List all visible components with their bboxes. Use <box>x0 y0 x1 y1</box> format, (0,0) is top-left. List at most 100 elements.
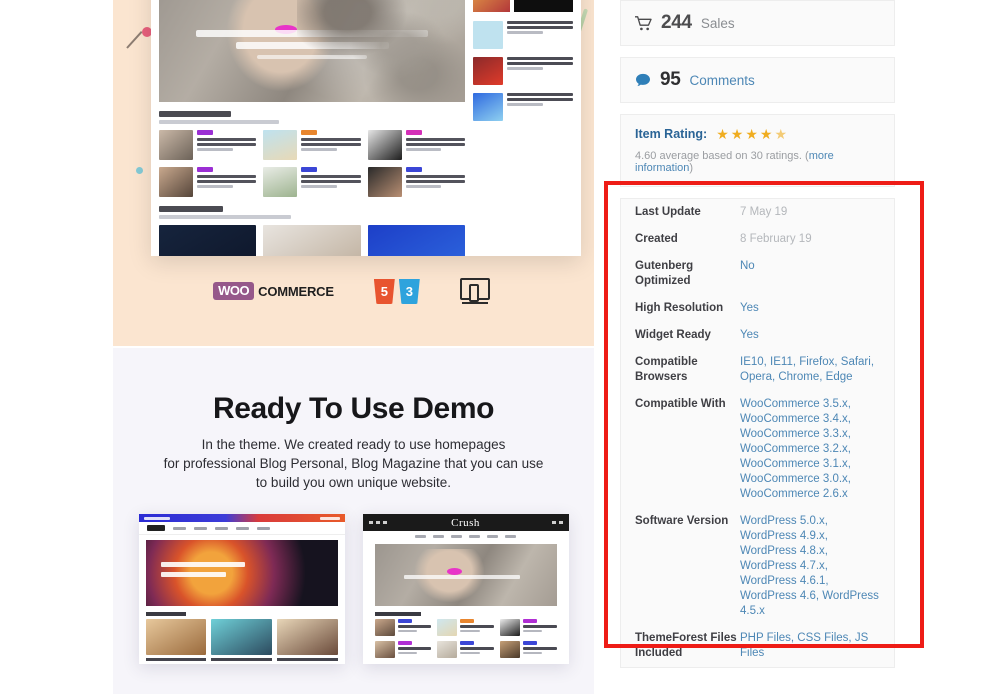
sales-label: Sales <box>700 15 735 31</box>
decorative-pin-icon <box>125 25 153 65</box>
attribute-value[interactable]: Yes <box>740 301 880 316</box>
html5-icon: 5 <box>373 278 395 304</box>
item-preview-column: WOO COMMERCE 5 3 Ready To Use Demo In th… <box>113 0 594 694</box>
attribute-value-line[interactable]: WordPress 4.8.x, <box>740 544 880 559</box>
attribute-value-line: 8 February 19 <box>740 233 812 245</box>
mock-card <box>159 130 257 160</box>
mock-card <box>367 167 465 197</box>
mock-card <box>159 167 257 197</box>
attribute-value-line[interactable]: Yes <box>740 301 880 316</box>
attribute-key: Created <box>635 233 678 245</box>
attribute-value-line[interactable]: IE10, IE11, Firefox, Safari, <box>740 355 880 370</box>
mock-side-card <box>473 21 573 49</box>
html5-css3-badges: 5 3 <box>373 278 420 304</box>
demo-heading-block: Ready To Use Demo In the theme. We creat… <box>113 348 594 492</box>
attribute-key: Software Version <box>635 515 729 527</box>
attribute-value-line[interactable]: WooCommerce 3.3.x, <box>740 427 880 442</box>
attribute-row: Compatible Browsers IE10, IE11, Firefox, … <box>621 349 894 391</box>
attribute-row: Created 8 February 19 <box>621 226 894 253</box>
rating-stars: ★ ★ ★ ★ ★ <box>716 127 787 141</box>
attribute-value-line: 7 May 19 <box>740 206 788 218</box>
demo-description-line-3: to build you own unique website. <box>255 475 452 490</box>
sales-count: 244 <box>661 12 692 33</box>
mock-section-title-2 <box>159 206 223 212</box>
woocommerce-word: COMMERCE <box>258 283 334 299</box>
attribute-value-line[interactable]: WooCommerce 3.4.x, <box>740 412 880 427</box>
attribute-value[interactable]: No <box>740 259 880 274</box>
comments-count: 95 <box>660 69 681 90</box>
decorative-dot-icon <box>136 167 143 174</box>
mock-card-grid <box>159 130 465 197</box>
mock-section-subtitle-2 <box>159 215 291 219</box>
star-full-icon: ★ <box>730 126 744 142</box>
attribute-value-line[interactable]: WordPress 4.7.x, <box>740 559 880 574</box>
attribute-key: High Resolution <box>635 302 724 314</box>
demo-description-line-2: for professional Blog Personal, Blog Mag… <box>163 456 544 471</box>
attribute-value-line[interactable]: WordPress 4.6, WordPress <box>740 589 880 604</box>
demo-thumbnail-crush[interactable]: Crush <box>362 514 569 664</box>
comments-card: 95 Comments <box>620 57 895 103</box>
more-info-close-paren: ) <box>689 162 694 174</box>
star-full-icon: ★ <box>745 126 758 142</box>
comment-bubble-icon <box>635 73 651 87</box>
attribute-row: Gutenberg Optimized No <box>621 253 894 295</box>
attribute-value-line[interactable]: WooCommerce 2.6.x <box>740 487 880 502</box>
attribute-row: Last Update 7 May 19 <box>621 199 894 226</box>
item-sidebar: 244 Sales 95 Comments Item Rating: ★ ★ ★… <box>620 0 895 668</box>
mock-section-subtitle <box>159 120 279 124</box>
attribute-value-line[interactable]: WooCommerce 3.5.x, <box>740 397 880 412</box>
attribute-value: 7 May 19 <box>740 205 880 220</box>
attribute-row: High Resolution Yes <box>621 295 894 322</box>
attribute-value[interactable]: WordPress 5.0.x, WordPress 4.9.x, WordPres… <box>740 514 880 619</box>
attribute-key: Gutenberg Optimized <box>635 260 694 287</box>
demo-thumbnail-blog[interactable] <box>138 514 345 664</box>
mock-card <box>263 167 361 197</box>
item-rating-label: Item Rating: <box>635 127 708 141</box>
attribute-value-line[interactable]: WordPress 4.6.1, <box>740 574 880 589</box>
attribute-key: Last Update <box>635 206 701 218</box>
attribute-value[interactable]: PHP Files, CSS Files, JS Files <box>740 631 880 661</box>
woocommerce-mark: WOO <box>213 282 255 300</box>
attribute-value[interactable]: Yes <box>740 328 880 343</box>
mock-side-card <box>473 57 573 85</box>
sales-card: 244 Sales <box>620 0 895 46</box>
mock-wide-grid <box>159 225 465 256</box>
cart-icon <box>635 15 652 31</box>
attribute-value-line[interactable]: WordPress 4.9.x, <box>740 529 880 544</box>
mock-sidebar <box>473 0 573 256</box>
mock-section-title <box>159 111 231 117</box>
star-full-icon: ★ <box>716 126 729 142</box>
attribute-key: Compatible With <box>635 398 726 410</box>
attribute-value-line[interactable]: PHP Files, CSS Files, JS <box>740 631 880 646</box>
attribute-value-line[interactable]: Yes <box>740 328 880 343</box>
attribute-value-line[interactable]: WooCommerce 3.2.x, <box>740 442 880 457</box>
rating-card: Item Rating: ★ ★ ★ ★ ★ 4.60 average base… <box>620 114 895 187</box>
rating-summary-text: 4.60 average based on 30 ratings. <box>635 150 802 162</box>
demo-thumbnail-row: Crush <box>113 514 594 664</box>
demo-title: Ready To Use Demo <box>212 392 495 425</box>
page-root: WOO COMMERCE 5 3 Ready To Use Demo In th… <box>0 0 1000 694</box>
responsive-icon <box>459 278 494 304</box>
attribute-value-line[interactable]: Files <box>740 646 880 661</box>
attribute-value-line[interactable]: WooCommerce 3.1.x, <box>740 457 880 472</box>
demo-description: In the theme. We created ready to use ho… <box>113 435 594 492</box>
attribute-value-line[interactable]: No <box>740 259 880 274</box>
attribute-key: ThemeForest Files Included <box>635 632 737 659</box>
attribute-value[interactable]: WooCommerce 3.5.x, WooCommerce 3.4.x, WooC… <box>740 397 880 502</box>
mock-card <box>367 130 465 160</box>
demo-description-line-1: In the theme. We created ready to use ho… <box>201 437 506 452</box>
css3-icon: 3 <box>398 278 420 304</box>
attribute-key: Compatible Browsers <box>635 356 698 383</box>
comments-label[interactable]: Comments <box>690 73 755 88</box>
attribute-value-line[interactable]: WooCommerce 3.0.x, <box>740 472 880 487</box>
attribute-value-line[interactable]: WordPress 5.0.x, <box>740 514 880 529</box>
preview-panel-peach: WOO COMMERCE 5 3 <box>113 0 594 346</box>
star-full-icon: ★ <box>759 126 773 142</box>
rating-summary: 4.60 average based on 30 ratings. (more … <box>635 150 880 174</box>
attribute-value[interactable]: IE10, IE11, Firefox, Safari, Opera, Chrom… <box>740 355 880 385</box>
attribute-key: Widget Ready <box>635 329 711 341</box>
demo-thumbnail-crush-brand: Crush <box>451 516 480 529</box>
feature-badges-row: WOO COMMERCE 5 3 <box>113 278 594 304</box>
attribute-value-line[interactable]: Opera, Chrome, Edge <box>740 370 880 385</box>
attribute-value-line[interactable]: 4.5.x <box>740 604 880 619</box>
